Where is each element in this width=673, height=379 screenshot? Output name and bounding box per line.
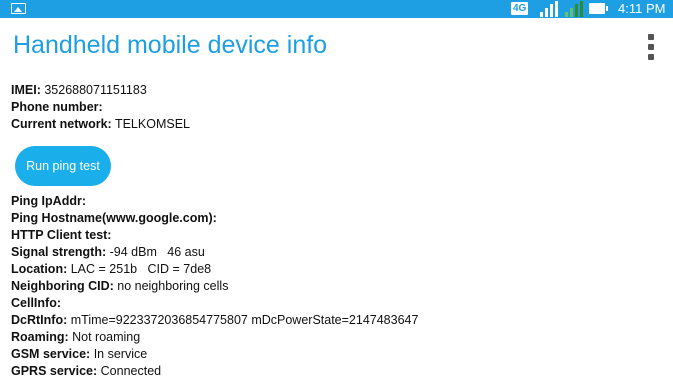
detail-value: -94 dBm 46 asu bbox=[109, 245, 205, 259]
detail-row-dcrtinfo: DcRtInfo: mTime=9223372036854775807 mDcP… bbox=[11, 313, 418, 328]
run-ping-test-button[interactable]: Run ping test bbox=[15, 146, 111, 186]
detail-row-location: Location: LAC = 251b CID = 7de8 bbox=[11, 262, 211, 277]
detail-row-gprs-service: GPRS service: Connected bbox=[11, 364, 161, 379]
detail-value: Connected bbox=[100, 364, 162, 378]
gallery-icon bbox=[11, 3, 26, 14]
detail-row-gsm-service: GSM service: In service bbox=[11, 347, 147, 362]
detail-label: Signal strength: bbox=[11, 245, 107, 259]
current-network-value: TELKOMSEL bbox=[114, 117, 190, 131]
detail-label: Neighboring CID: bbox=[11, 279, 114, 293]
current-network-label: Current network: bbox=[11, 117, 112, 131]
current-network-row: Current network: TELKOMSEL bbox=[11, 117, 190, 132]
phone-number-row: Phone number: bbox=[11, 100, 103, 115]
signal-sim2-icon bbox=[563, 1, 585, 17]
detail-value: Not roaming bbox=[72, 330, 141, 344]
detail-value: no neighboring cells bbox=[117, 279, 229, 293]
detail-row-neighboring-cid: Neighboring CID: no neighboring cells bbox=[11, 279, 228, 294]
detail-label: GPRS service: bbox=[11, 364, 98, 378]
detail-label: GSM service: bbox=[11, 347, 91, 361]
imei-row: IMEI: 352688071151183 bbox=[11, 83, 147, 98]
detail-label: DcRtInfo: bbox=[11, 313, 68, 327]
detail-row-http-client: HTTP Client test: bbox=[11, 228, 111, 243]
status-time: 4:11 PM bbox=[618, 1, 666, 16]
status-bar: 4G 4:11 PM bbox=[0, 0, 673, 18]
detail-row-signal-strength: Signal strength: -94 dBm 46 asu bbox=[11, 245, 205, 260]
detail-row-ping-hostname: Ping Hostname(www.google.com): bbox=[11, 211, 217, 226]
detail-label: HTTP Client test: bbox=[11, 228, 112, 242]
signal-icon bbox=[538, 1, 560, 17]
imei-label: IMEI: bbox=[11, 83, 41, 97]
detail-label: Ping IpAddr: bbox=[11, 194, 86, 208]
detail-value: mTime=9223372036854775807 mDcPowerState=… bbox=[70, 313, 419, 327]
page-title: Handheld mobile device info bbox=[13, 31, 328, 59]
detail-value: In service bbox=[93, 347, 148, 361]
detail-label: Roaming: bbox=[11, 330, 69, 344]
detail-row-ping-ipaddr: Ping IpAddr: bbox=[11, 194, 86, 209]
overflow-menu-icon[interactable] bbox=[644, 34, 658, 60]
signal-4g-icon: 4G bbox=[511, 2, 529, 15]
detail-label: Ping Hostname(www.google.com): bbox=[11, 211, 217, 225]
detail-value: LAC = 251b CID = 7de8 bbox=[70, 262, 212, 276]
phone-number-label: Phone number: bbox=[11, 100, 103, 114]
detail-row-cellinfo: CellInfo: bbox=[11, 296, 61, 311]
app-bar: Handheld mobile device info bbox=[0, 18, 673, 74]
detail-row-roaming: Roaming: Not roaming bbox=[11, 330, 140, 345]
imei-value: 352688071151183 bbox=[44, 83, 147, 97]
battery-icon bbox=[589, 3, 608, 14]
detail-label: CellInfo: bbox=[11, 296, 61, 310]
detail-label: Location: bbox=[11, 262, 68, 276]
